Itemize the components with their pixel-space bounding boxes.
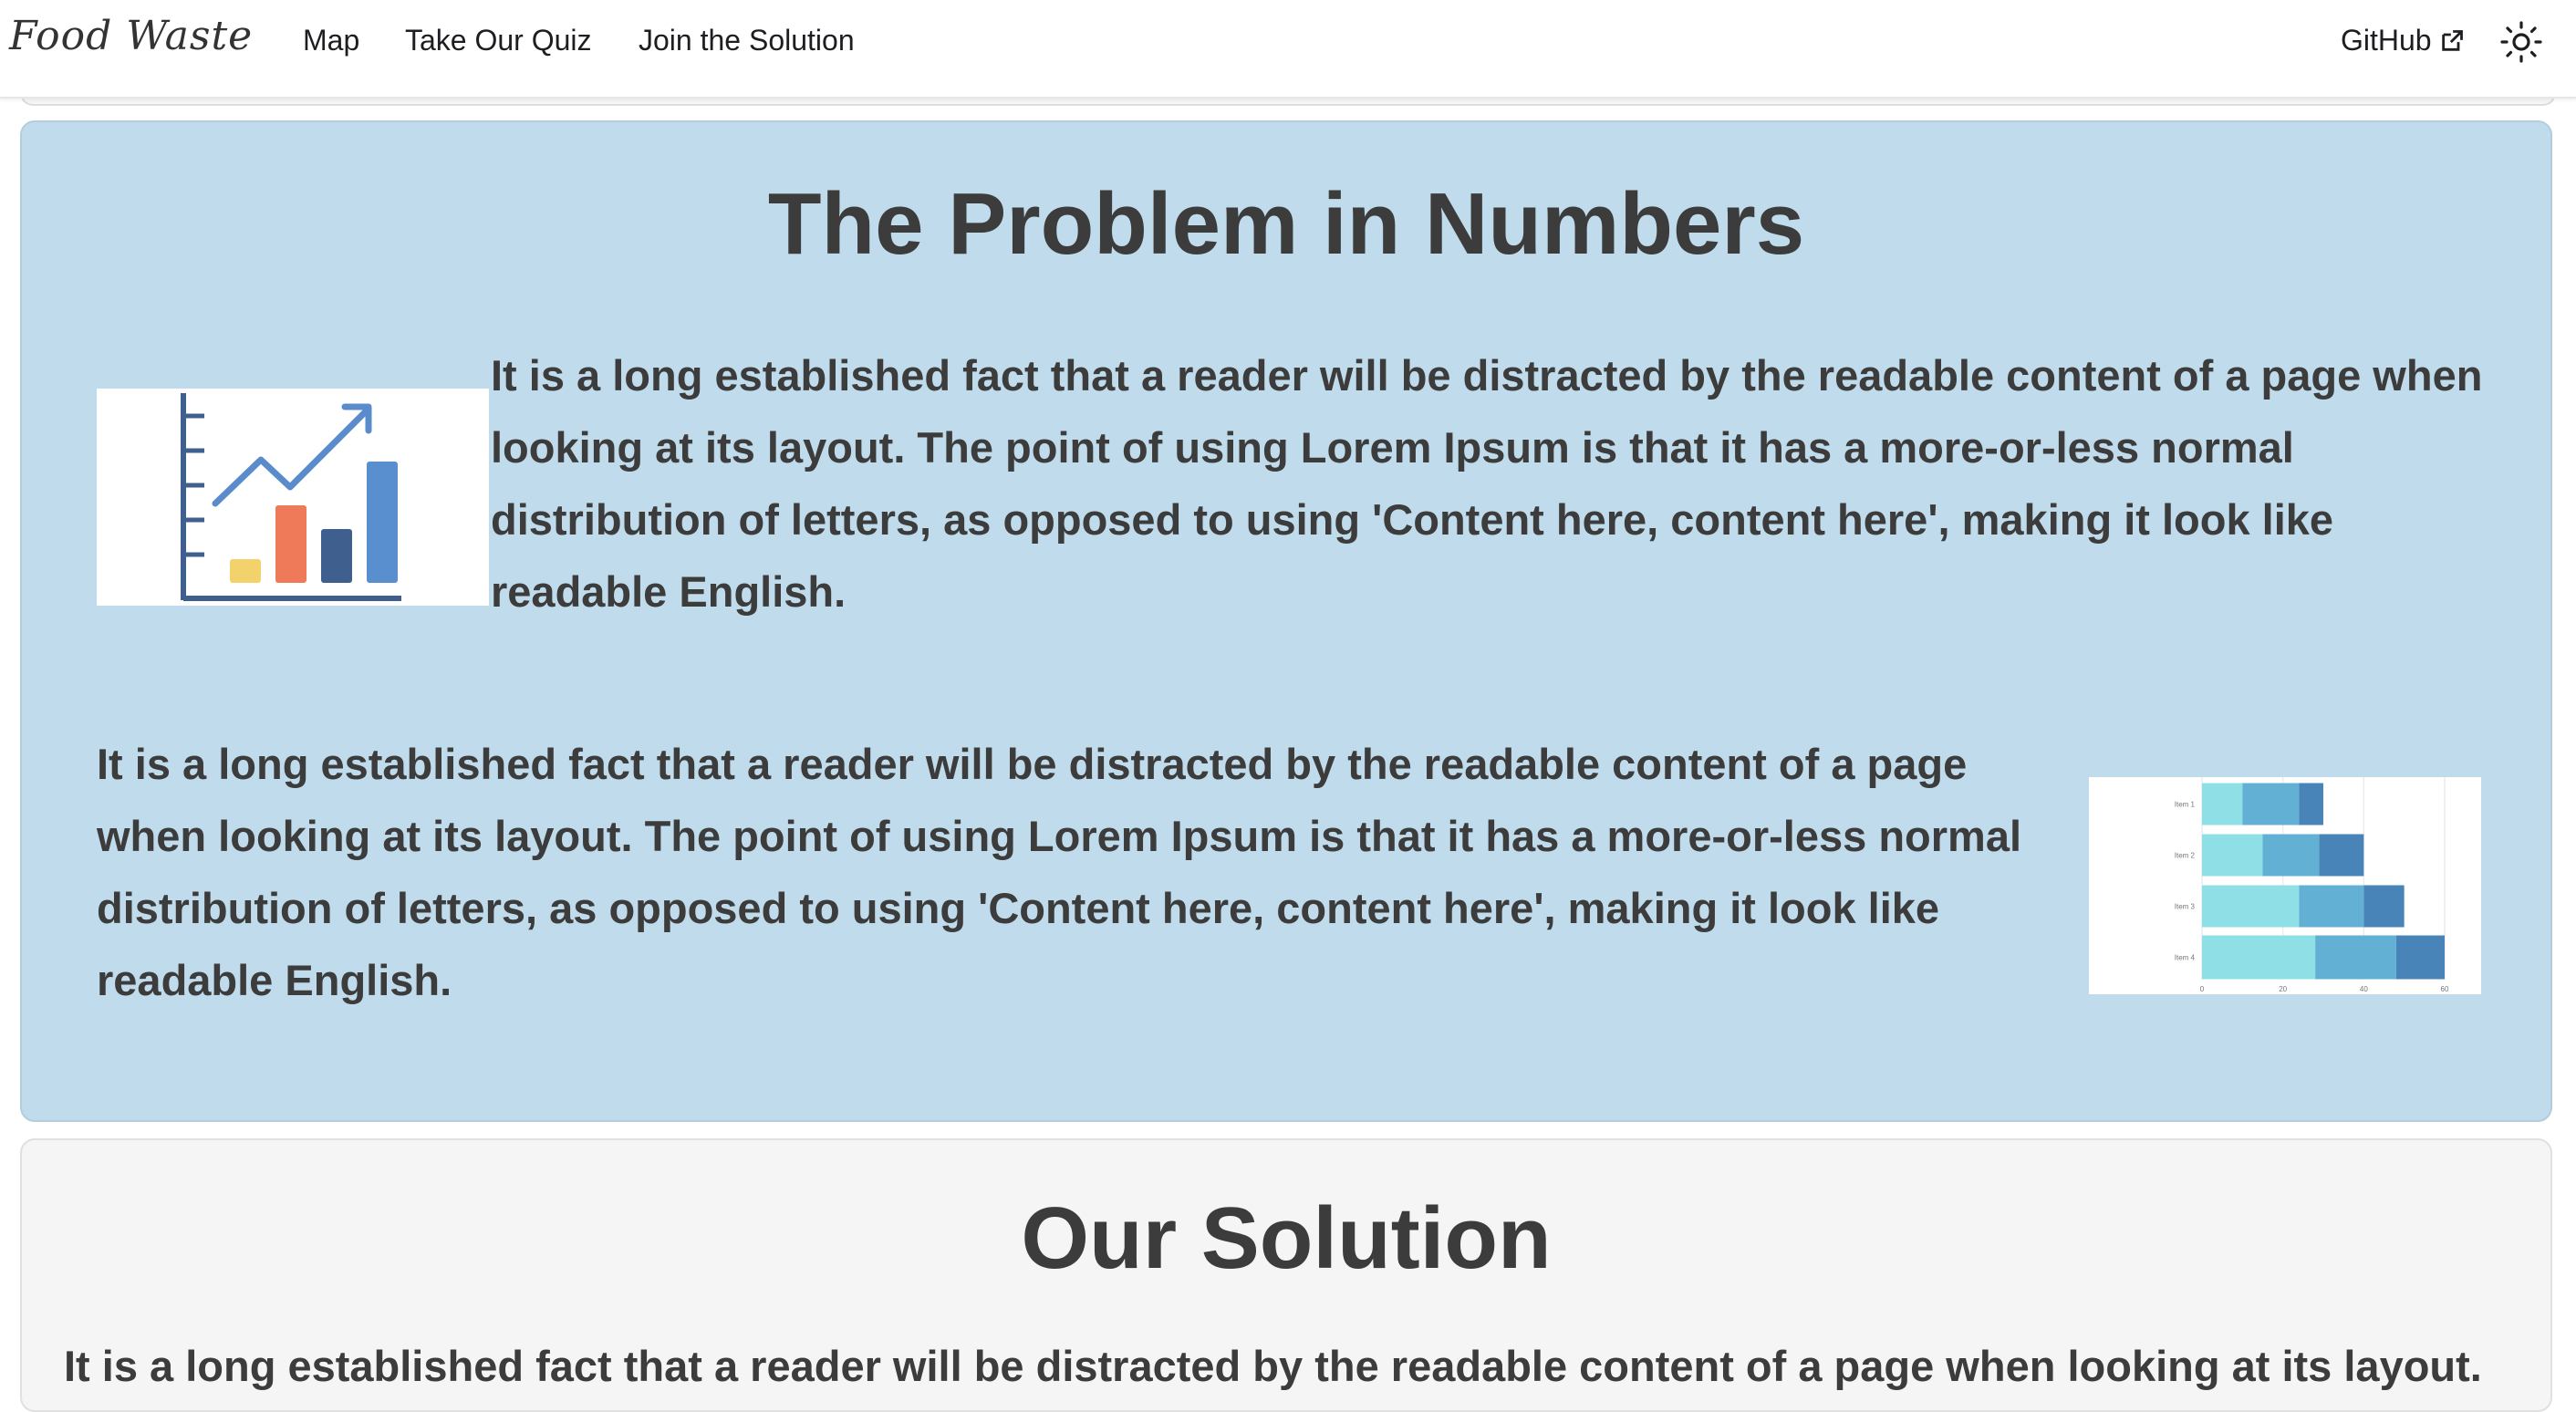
- github-link[interactable]: GitHub: [2341, 24, 2465, 57]
- brand-logo[interactable]: Food Waste: [9, 13, 253, 59]
- chart-bar-segment: [2395, 935, 2445, 980]
- chart-bar-segment: [2202, 885, 2300, 928]
- chart-bar-segment: [2363, 885, 2405, 928]
- nav-link-join[interactable]: Join the Solution: [639, 24, 855, 57]
- external-link-icon: [2441, 29, 2463, 51]
- chart-bar-segment: [2299, 885, 2364, 928]
- chart-bar-segment: [2262, 834, 2320, 877]
- sun-icon[interactable]: [2499, 20, 2543, 64]
- chart-bar-segment: [2315, 935, 2396, 980]
- nav-link-quiz[interactable]: Take Our Quiz: [405, 24, 592, 57]
- navbar: Food Waste Map Take Our Quiz Join the So…: [0, 0, 2576, 99]
- chart-category-label: Item 1: [2175, 801, 2196, 809]
- chart-bar-segment: [2202, 935, 2316, 980]
- stacked-bar-chart-image: 0 20 40 60 Item 1 Item 2 Item 3 Item 4: [2089, 777, 2481, 994]
- chart-bar-segment: [2202, 834, 2263, 877]
- growth-chart-icon: [97, 389, 489, 606]
- chart-tick-label: 40: [2360, 985, 2368, 993]
- chart-tick-label: 60: [2441, 985, 2449, 993]
- problem-section: The Problem in Numbers It is a long esta…: [20, 120, 2552, 1122]
- chart-category-label: Item 3: [2175, 903, 2196, 911]
- problem-title: The Problem in Numbers: [767, 175, 1805, 273]
- chart-bar-segment: [2319, 834, 2364, 877]
- chart-category-label: Item 4: [2175, 954, 2196, 962]
- chart-tick-label: 0: [2200, 985, 2205, 993]
- solution-paragraph: It is a long established fact that a rea…: [64, 1342, 2482, 1390]
- solution-section: Our Solution It is a long established fa…: [20, 1138, 2552, 1412]
- nav-link-map[interactable]: Map: [303, 24, 359, 57]
- chart-category-label: Item 2: [2175, 852, 2196, 860]
- chart-tick-label: 20: [2279, 985, 2287, 993]
- chart-bar-segment: [2299, 783, 2323, 825]
- github-label: GitHub: [2341, 24, 2432, 57]
- chart-bar-segment: [2202, 783, 2243, 825]
- problem-paragraph-1: It is a long established fact that a rea…: [491, 351, 2483, 616]
- solution-title: Our Solution: [1021, 1189, 1552, 1287]
- chart-bar-segment: [2242, 783, 2300, 825]
- problem-paragraph-2: It is a long established fact that a rea…: [97, 740, 2022, 1004]
